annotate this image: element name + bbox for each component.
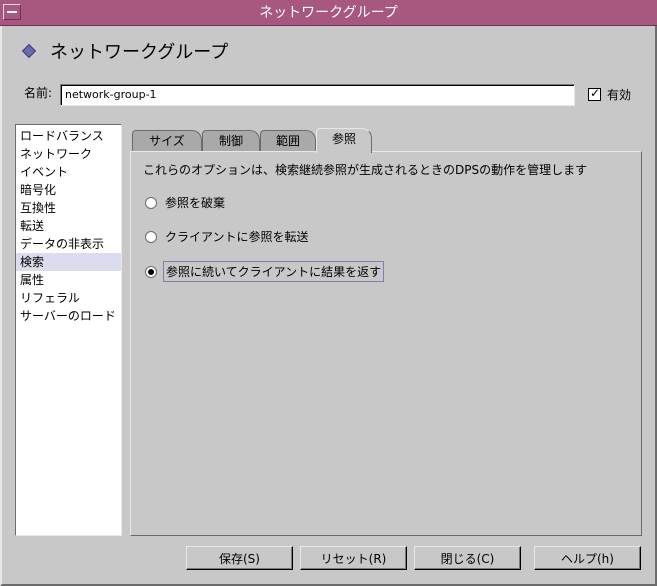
reset-button[interactable]: リセット(R) [300, 546, 407, 570]
name-label: 名前: [24, 86, 53, 100]
option-label: クライアントに参照を転送 [165, 230, 309, 244]
sidebar-item-network[interactable]: ネットワーク [16, 145, 121, 163]
sidebar-item-encryption[interactable]: 暗号化 [16, 181, 121, 199]
tab-scope[interactable]: 範囲 [260, 130, 316, 152]
sidebar-item-load-balance[interactable]: ロードバランス [16, 127, 121, 145]
window-title: ネットワークグループ [259, 5, 398, 21]
sidebar-item-referral[interactable]: リフェラル [16, 289, 121, 307]
reference-panel: これらのオプションは、検索継続参照が生成されるときのDPSの動作を管理します 参… [130, 151, 642, 536]
page-title: ネットワークグループ [50, 42, 229, 63]
window-titlebar[interactable]: ネットワークグループ [0, 0, 657, 26]
category-list[interactable]: ロードバランス ネットワーク イベント 暗号化 互換性 転送 データの非表示 検… [15, 124, 122, 536]
tab-control[interactable]: 制御 [202, 130, 260, 152]
option-label: 参照を破棄 [165, 196, 226, 210]
help-button[interactable]: ヘルプ(h) [534, 546, 641, 570]
tab-size[interactable]: サイズ [132, 130, 202, 152]
option-label: 参照に続いてクライアントに結果を返す [163, 261, 385, 282]
tab-reference[interactable]: 参照 [316, 128, 372, 153]
radio-forward[interactable] [145, 230, 157, 243]
enabled-label: 有効 [607, 88, 632, 102]
radio-follow[interactable] [145, 265, 157, 278]
name-input[interactable]: network-group-1 [60, 84, 575, 106]
window-menu-button[interactable] [3, 4, 21, 20]
close-button[interactable]: 閉じる(C) [414, 546, 521, 570]
sidebar-item-event[interactable]: イベント [16, 163, 121, 181]
save-button[interactable]: 保存(S) [186, 546, 293, 570]
sidebar-item-compatibility[interactable]: 互換性 [16, 199, 121, 217]
enabled-checkbox-group[interactable]: 有効 [588, 86, 631, 103]
option-follow-reference[interactable]: 参照に続いてクライアントに結果を返す [145, 261, 385, 282]
sidebar-item-data-hiding[interactable]: データの非表示 [16, 235, 121, 253]
option-discard-reference[interactable]: 参照を破棄 [145, 193, 227, 212]
sidebar-item-server-load[interactable]: サーバーのロード [16, 307, 121, 325]
panel-description: これらのオプションは、検索継続参照が生成されるときのDPSの動作を管理します [143, 163, 588, 177]
sidebar-item-search[interactable]: 検索 [16, 253, 121, 271]
option-forward-reference[interactable]: クライアントに参照を転送 [145, 227, 311, 246]
diamond-icon [21, 43, 37, 59]
page-header: ネットワークグループ [20, 38, 228, 64]
sidebar-item-forwarding[interactable]: 転送 [16, 217, 121, 235]
enabled-checkbox[interactable] [588, 86, 601, 101]
radio-discard[interactable] [145, 196, 157, 209]
sidebar-item-attributes[interactable]: 属性 [16, 271, 121, 289]
